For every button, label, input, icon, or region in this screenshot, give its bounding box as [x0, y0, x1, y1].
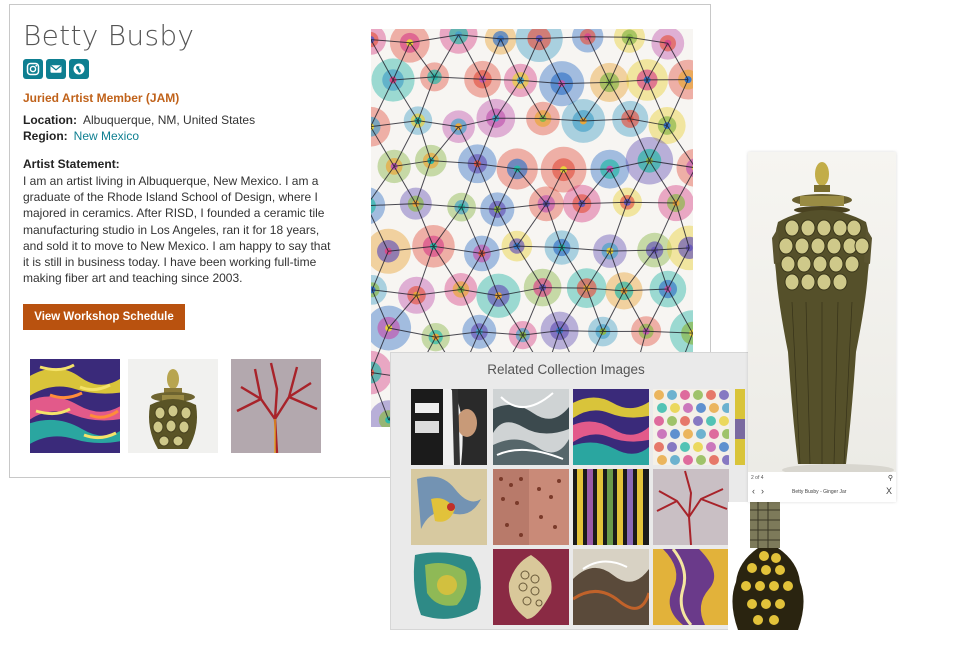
region-row: Region: New Mexico	[23, 129, 139, 143]
zoom-icon[interactable]: ⚲	[888, 474, 893, 482]
artwork-thumbnail[interactable]	[128, 359, 218, 453]
lightbox-counter: 2 of 4	[751, 475, 764, 481]
gallery-thumbnail[interactable]	[411, 469, 487, 545]
lightbox-footer: 2 of 4 ⚲ ‹ › Betty Busby - Ginger Jar X	[748, 472, 896, 502]
artwork-thumbnail[interactable]	[30, 359, 120, 453]
gallery-thumbnail[interactable]	[653, 549, 729, 625]
gallery-thumbnail[interactable]	[411, 389, 487, 465]
artwork-thumbnail[interactable]	[231, 359, 321, 453]
location-label: Location:	[23, 113, 77, 127]
gallery-thumbnail[interactable]	[573, 389, 649, 465]
gallery-thumbnail[interactable]	[493, 549, 569, 625]
gallery-thumbnail[interactable]	[735, 389, 745, 465]
gallery-thumbnail[interactable]	[728, 502, 808, 630]
close-icon[interactable]: X	[886, 486, 892, 496]
lightbox-image	[748, 152, 896, 476]
social-links	[23, 59, 89, 79]
location-row: Location: Albuquerque, NM, United States	[23, 113, 255, 127]
gallery-thumbnail[interactable]	[411, 549, 487, 625]
artist-name: Betty Busby	[23, 19, 195, 52]
member-type-label: Juried Artist Member (JAM)	[23, 91, 180, 105]
email-icon[interactable]	[46, 59, 66, 79]
lightbox-caption: Betty Busby - Ginger Jar	[792, 489, 847, 495]
gallery-thumbnail[interactable]	[573, 549, 649, 625]
gallery-thumbnail[interactable]	[573, 469, 649, 545]
related-collection-title: Related Collection Images	[487, 362, 645, 377]
image-lightbox: 2 of 4 ⚲ ‹ › Betty Busby - Ginger Jar X	[748, 152, 896, 502]
gallery-thumbnail[interactable]	[653, 389, 729, 465]
artist-statement-text: I am an artist living in Albuquerque, Ne…	[23, 174, 331, 286]
next-arrow-icon[interactable]: ›	[761, 487, 764, 496]
instagram-icon[interactable]	[23, 59, 43, 79]
website-icon[interactable]	[69, 59, 89, 79]
gallery-thumbnail[interactable]	[653, 469, 729, 545]
region-link[interactable]: New Mexico	[74, 129, 139, 143]
region-label: Region:	[23, 129, 68, 143]
artist-statement-label: Artist Statement:	[23, 157, 120, 171]
gallery-thumbnail[interactable]	[493, 389, 569, 465]
previous-arrow-icon[interactable]: ‹	[752, 487, 755, 496]
view-workshop-schedule-button[interactable]: View Workshop Schedule	[23, 304, 185, 330]
gallery-thumbnail[interactable]	[493, 469, 569, 545]
location-value: Albuquerque, NM, United States	[83, 113, 256, 127]
